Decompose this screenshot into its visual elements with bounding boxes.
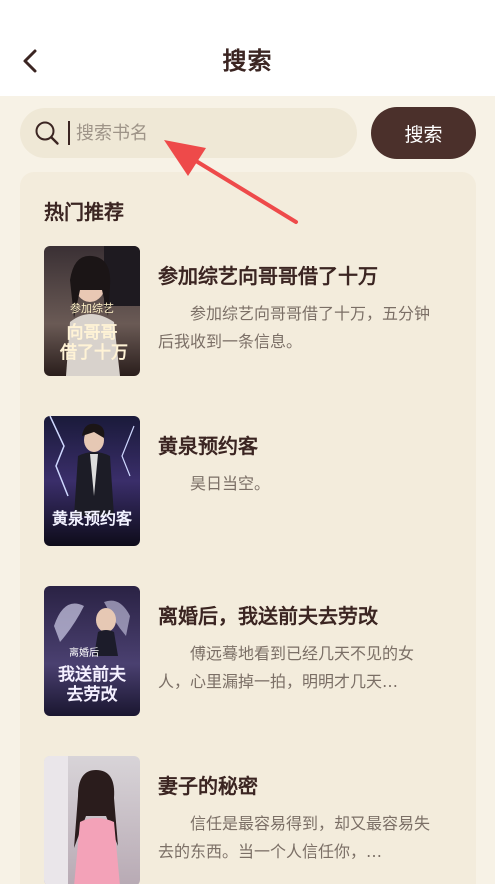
cover-text: 去劳改 — [67, 684, 119, 705]
cover-small-text: 离婚后 — [69, 646, 99, 659]
book-cover: 黄泉预约客 — [44, 416, 140, 546]
book-title: 妻子的秘密 — [158, 774, 258, 798]
book-item[interactable]: 黄泉预约客 黄泉预约客 昊日当空。 — [44, 416, 464, 546]
search-bar[interactable] — [20, 108, 357, 158]
section-title: 热门推荐 — [44, 200, 124, 224]
header: 搜索 — [0, 0, 495, 96]
book-title: 黄泉预约客 — [158, 434, 258, 458]
search-input[interactable] — [68, 121, 338, 145]
book-item[interactable]: 离婚后 我送前夫 去劳改 离婚后，我送前夫去劳改 傅远蓦地看到已经几天不见的女人… — [44, 586, 464, 716]
cover-small-text: 参加综艺 — [70, 301, 114, 315]
book-description: 信任是最容易得到，却又最容易失去的东西。当一个人信任你，… — [158, 814, 431, 861]
book-cover: 参加综艺 向哥哥 借了十万 — [44, 246, 140, 376]
book-cover — [44, 756, 140, 884]
cover-text: 黄泉预约客 — [52, 509, 133, 528]
cover-text: 借了十万 — [59, 342, 128, 363]
cover-text: 我送前夫 — [58, 664, 127, 685]
book-cover: 离婚后 我送前夫 去劳改 — [44, 586, 140, 716]
book-item[interactable]: 参加综艺 向哥哥 借了十万 参加综艺向哥哥借了十万 参加综艺向哥哥借了十万，五分… — [44, 246, 464, 376]
search-button[interactable]: 搜索 — [371, 107, 476, 159]
book-description: 参加综艺向哥哥借了十万，五分钟后我收到一条信息。 — [158, 304, 431, 351]
book-title: 参加综艺向哥哥借了十万 — [158, 264, 378, 288]
book-description: 昊日当空。 — [190, 474, 271, 493]
book-item[interactable]: 妻子的秘密 信任是最容易得到，却又最容易失去的东西。当一个人信任你，… — [44, 756, 464, 884]
book-description: 傅远蓦地看到已经几天不见的女人，心里漏掉一拍，明明才几天… — [158, 644, 415, 691]
book-title: 离婚后，我送前夫去劳改 — [158, 604, 378, 628]
search-icon — [32, 118, 62, 148]
cover-text: 向哥哥 — [67, 322, 118, 343]
page-title: 搜索 — [222, 47, 273, 75]
search-page: 搜索 搜索 热门推荐 — [0, 0, 495, 884]
